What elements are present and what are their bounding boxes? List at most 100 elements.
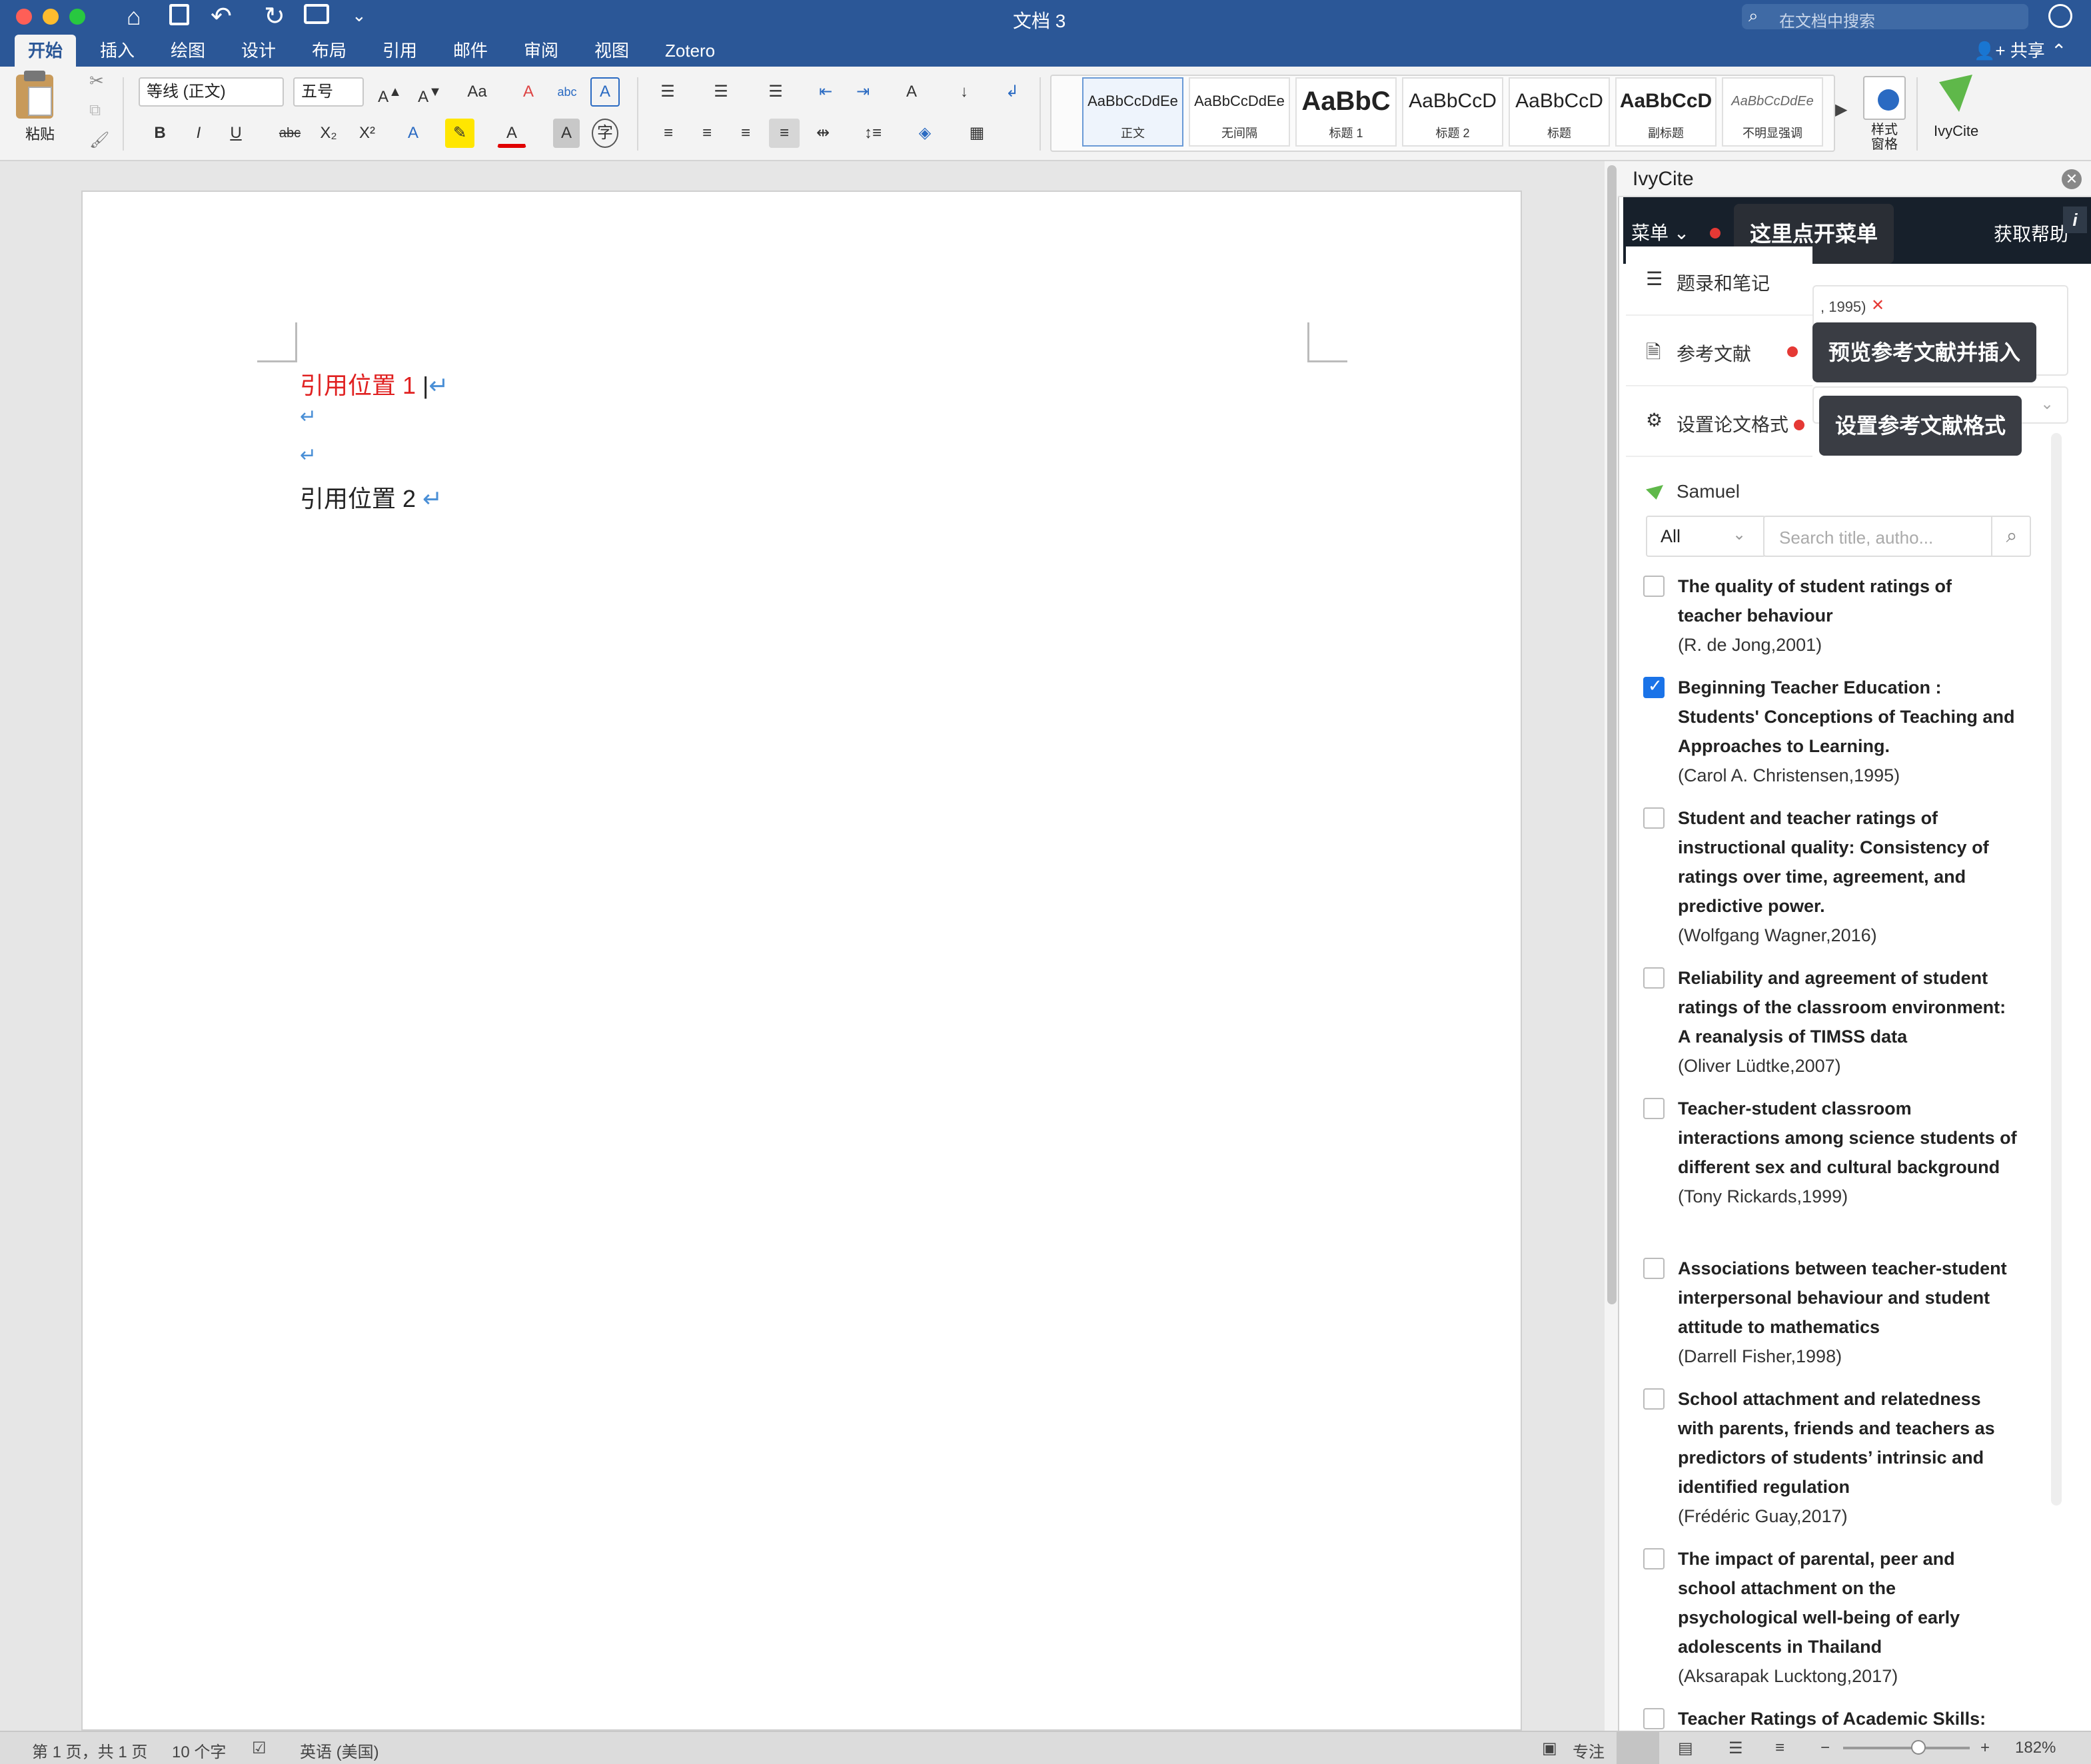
numbering-icon[interactable]: ☰ (701, 77, 741, 107)
zoom-slider[interactable] (1843, 1747, 1970, 1749)
character-shading-icon[interactable]: A (553, 119, 580, 148)
cut-icon[interactable]: ✂ (89, 71, 104, 91)
proofing-icon[interactable]: ☑ (252, 1739, 267, 1758)
web-layout-view-icon[interactable]: ▤ (1678, 1739, 1693, 1758)
underline-button[interactable]: U (223, 119, 249, 148)
reference-checkbox[interactable] (1643, 1548, 1665, 1569)
zoom-slider-thumb[interactable] (1911, 1740, 1926, 1755)
align-right-icon[interactable]: ≡ (730, 119, 761, 148)
pane-scrollbar[interactable] (2051, 433, 2062, 1506)
tab-draw[interactable]: 绘图 (157, 35, 219, 67)
line-spacing-icon[interactable]: ↕≡ (853, 119, 893, 148)
reference-checkbox[interactable] (1643, 576, 1665, 597)
collapse-ribbon-icon[interactable]: ⌃ (2051, 40, 2066, 62)
decrease-indent-icon[interactable]: ⇤ (809, 77, 842, 107)
bold-button[interactable]: B (147, 119, 173, 148)
reference-search-input[interactable]: Search title, autho... ⌕ (1763, 516, 2031, 557)
customize-toolbar-icon[interactable]: ⌄ (352, 5, 366, 26)
reference-checkbox[interactable] (1643, 1258, 1665, 1279)
bullets-icon[interactable]: ☰ (648, 77, 688, 107)
style-subtle-emphasis[interactable]: AaBbCcDdEe 不明显强调 (1722, 77, 1823, 147)
reference-checkbox[interactable] (1643, 967, 1665, 989)
home-icon[interactable]: ⌂ (127, 3, 141, 31)
tab-layout[interactable]: 布局 (299, 35, 360, 67)
increase-indent-icon[interactable]: ⇥ (846, 77, 880, 107)
redo-icon[interactable]: ↻ (264, 1, 285, 31)
smiley-feedback-icon[interactable] (2048, 4, 2072, 28)
close-pane-icon[interactable]: ✕ (2062, 169, 2082, 189)
language[interactable]: 英语 (美国) (300, 1739, 379, 1762)
zoom-level[interactable]: 182% (2015, 1739, 2056, 1757)
chinese-layout-icon[interactable]: A (893, 77, 930, 107)
style-subtitle[interactable]: AaBbCcD 副标题 (1615, 77, 1717, 147)
undo-icon[interactable]: ↶ (211, 1, 232, 31)
justify-icon[interactable]: ≡ (769, 119, 800, 148)
help-link[interactable]: 获取帮助 (1994, 220, 2068, 246)
style-title[interactable]: AaBbCcD 标题 (1509, 77, 1610, 147)
grow-font-icon[interactable]: A▲ (373, 77, 406, 107)
text-effects-icon[interactable]: A (398, 119, 428, 148)
ivycite-button-label[interactable]: IvyCite (1934, 123, 1978, 140)
styles-more-icon[interactable]: ▶ (1835, 100, 1847, 119)
remove-citation-icon[interactable]: ✕ (1871, 296, 1884, 315)
menu-item-bibliography[interactable]: 🗎 参考文献 (1626, 317, 1812, 386)
phonetic-guide-icon[interactable]: abc (550, 77, 584, 107)
reference-item[interactable]: Teacher Ratings of Academic Skills: (1643, 1704, 2016, 1731)
style-normal[interactable]: AaBbCcDdEe 正文 (1082, 77, 1183, 147)
page-info[interactable]: 第 1 页，共 1 页 (32, 1739, 147, 1762)
word-count[interactable]: 10 个字 (172, 1739, 226, 1762)
font-name-select[interactable]: 等线 (正文) (139, 77, 284, 107)
italic-button[interactable]: I (185, 119, 212, 148)
style-heading-2[interactable]: AaBbCcD 标题 2 (1402, 77, 1503, 147)
zoom-out-icon[interactable]: − (1820, 1739, 1830, 1757)
reference-checkbox[interactable] (1643, 1098, 1665, 1119)
superscript-button[interactable]: X² (352, 119, 382, 148)
font-color-icon[interactable]: A (497, 119, 526, 148)
format-painter-icon[interactable]: 🖌 (89, 131, 109, 150)
tab-zotero[interactable]: Zotero (652, 35, 728, 67)
distributed-icon[interactable]: ⇹ (808, 119, 838, 148)
citation-placeholder-2[interactable]: 引用位置 2 ↵ (300, 480, 442, 514)
borders-icon[interactable]: ▦ (957, 119, 997, 148)
align-left-icon[interactable]: ≡ (653, 119, 684, 148)
outline-view-icon[interactable]: ☰ (1729, 1739, 1743, 1758)
save-icon[interactable] (169, 4, 189, 25)
minimize-window-button[interactable] (43, 9, 59, 25)
document-scrollbar-thumb[interactable] (1607, 165, 1617, 1304)
reference-checkbox-checked[interactable]: ✓ (1643, 675, 1665, 698)
library-filter-select[interactable]: All ⌄ (1646, 516, 1766, 557)
close-window-button[interactable] (16, 9, 32, 25)
align-center-icon[interactable]: ≡ (692, 119, 722, 148)
reference-checkbox[interactable] (1643, 807, 1665, 829)
menu-button[interactable]: 菜单 ⌄ (1631, 219, 1689, 245)
style-pane-icon[interactable] (1863, 76, 1906, 120)
menu-item-records-notes[interactable]: ☰ 题录和笔记 (1626, 246, 1812, 316)
style-heading-1[interactable]: AaBbC 标题 1 (1295, 77, 1397, 147)
copy-icon[interactable]: ⧉ (89, 101, 101, 120)
font-size-select[interactable]: 五号 (293, 77, 364, 107)
enclose-characters-icon[interactable]: 字 (592, 119, 618, 148)
zoom-window-button[interactable] (69, 9, 85, 25)
character-border-icon[interactable]: A (590, 77, 620, 107)
show-formatting-icon[interactable]: ↲ (996, 77, 1029, 107)
citation-placeholder-1[interactable]: 引用位置 1 |↵ (300, 366, 449, 401)
tab-view[interactable]: 视图 (581, 35, 642, 67)
focus-label[interactable]: 专注 (1573, 1739, 1605, 1762)
draft-view-icon[interactable]: ≡ (1775, 1739, 1784, 1757)
shrink-font-icon[interactable]: A▼ (413, 77, 446, 107)
change-case-icon[interactable]: Aa (457, 77, 497, 107)
tab-mailings[interactable]: 邮件 (440, 35, 501, 67)
strikethrough-button[interactable]: abc (273, 119, 307, 148)
zoom-in-icon[interactable]: + (1980, 1739, 1990, 1757)
highlight-icon[interactable]: ✎ (445, 119, 474, 148)
clear-format-icon[interactable]: A (512, 77, 545, 107)
print-icon[interactable] (304, 4, 329, 24)
search-box[interactable]: ⌕ 在文档中搜索 (1742, 4, 2028, 31)
document-page[interactable]: 引用位置 1 |↵ ↵ ↵ 引用位置 2 ↵ (81, 191, 1522, 1731)
info-icon[interactable]: i (2063, 207, 2087, 233)
focus-icon[interactable]: ▣ (1542, 1739, 1557, 1758)
menu-item-format-settings[interactable]: ⚙ 设置论文格式 (1626, 388, 1812, 457)
print-layout-view-icon[interactable] (1617, 1732, 1659, 1764)
style-no-spacing[interactable]: AaBbCcDdEe 无间隔 (1189, 77, 1290, 147)
tab-design[interactable]: 设计 (228, 35, 289, 67)
